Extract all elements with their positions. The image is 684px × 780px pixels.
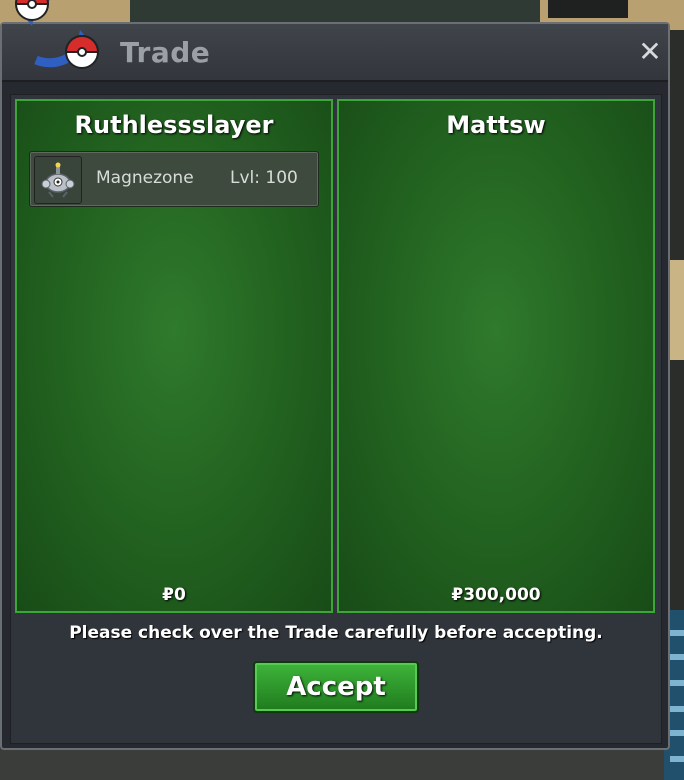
close-icon[interactable]: ✕ bbox=[636, 38, 664, 66]
player-name-right: Mattsw bbox=[446, 111, 546, 139]
money-offer-left: ₽0 bbox=[162, 585, 186, 605]
magnezone-sprite-icon bbox=[34, 156, 82, 204]
background-text-fragment bbox=[670, 730, 684, 736]
trade-arrows-pokeball-icon bbox=[6, 0, 106, 78]
money-offer-right: ₽300,000 bbox=[451, 585, 541, 605]
background-text-fragment bbox=[670, 680, 684, 686]
pokemon-level: Lvl: 100 bbox=[230, 168, 298, 188]
player-name-left: Ruthlessslayer bbox=[74, 111, 274, 139]
background-text-fragment bbox=[670, 706, 684, 712]
trade-body: Ruthlessslayer Magnezone Lvl: 100 ₽0 Mat… bbox=[10, 94, 662, 744]
trade-window: Trade ✕ Ruthlessslayer Magnezone Lvl: 10… bbox=[0, 22, 670, 750]
accept-button[interactable]: Accept bbox=[253, 661, 419, 713]
pokemon-name: Magnezone bbox=[96, 168, 194, 188]
trade-notice: Please check over the Trade carefully be… bbox=[69, 623, 603, 643]
trade-panel-partner: Mattsw ₽300,000 bbox=[337, 99, 655, 613]
background-tile bbox=[548, 0, 628, 18]
trade-item-slot[interactable]: Magnezone Lvl: 100 bbox=[29, 151, 319, 207]
trade-panel-own: Ruthlessslayer Magnezone Lvl: 100 ₽0 bbox=[15, 99, 333, 613]
window-title: Trade bbox=[120, 36, 211, 69]
background-text-fragment bbox=[670, 756, 684, 762]
background-text-fragment bbox=[670, 630, 684, 636]
background-text-fragment bbox=[670, 654, 684, 660]
